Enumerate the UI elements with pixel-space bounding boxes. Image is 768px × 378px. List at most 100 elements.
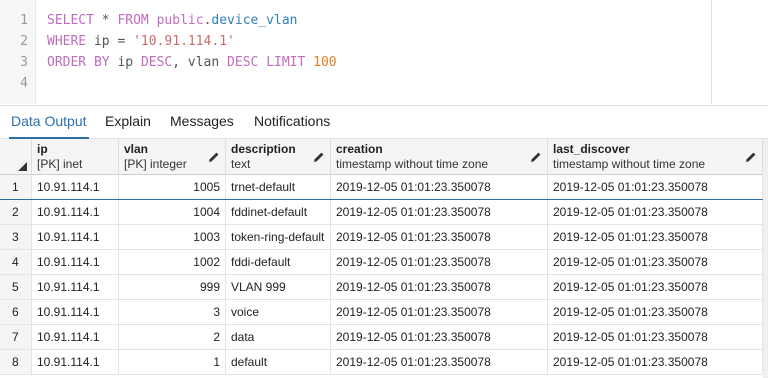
cell-vlan[interactable]: 1003 bbox=[119, 225, 226, 249]
cell-last-discover[interactable]: 2019-12-05 01:01:23.350078 bbox=[548, 300, 763, 324]
column-header-vlan[interactable]: vlan [PK] integer bbox=[119, 139, 226, 175]
cell-last-discover[interactable]: 2019-12-05 01:01:23.350078 bbox=[548, 350, 763, 374]
row-number[interactable]: 3 bbox=[0, 225, 32, 249]
pencil-icon[interactable] bbox=[530, 151, 542, 163]
cell-description[interactable]: default bbox=[226, 350, 331, 374]
code-text: ORDER BY ip DESC, vlan DESC LIMIT 100 bbox=[47, 52, 337, 73]
row-number[interactable]: 1 bbox=[0, 175, 32, 199]
cell-creation[interactable]: 2019-12-05 01:01:23.350078 bbox=[331, 275, 548, 299]
editor-line[interactable]: 3 ORDER BY ip DESC, vlan DESC LIMIT 100 bbox=[0, 52, 711, 73]
pencil-icon[interactable] bbox=[208, 151, 220, 163]
column-header-last-discover[interactable]: last_discover timestamp without time zon… bbox=[548, 139, 763, 175]
table-row[interactable]: 4 10.91.114.1 1002 fddi-default 2019-12-05 0… bbox=[0, 250, 768, 275]
cell-vlan[interactable]: 999 bbox=[119, 275, 226, 299]
code-token: 100 bbox=[313, 55, 337, 70]
row-number[interactable]: 8 bbox=[0, 350, 32, 374]
tab-notifications[interactable]: Notifications bbox=[248, 106, 336, 138]
editor-line[interactable]: 4 bbox=[0, 73, 711, 94]
line-number: 2 bbox=[20, 34, 28, 49]
column-header-creation[interactable]: creation timestamp without time zone bbox=[331, 139, 548, 175]
code-token: DESC bbox=[227, 55, 259, 70]
tab-data-output[interactable]: Data Output bbox=[5, 106, 93, 139]
cell-vlan[interactable]: 2 bbox=[119, 325, 226, 349]
code-token: public bbox=[156, 13, 204, 28]
cell-ip[interactable]: 10.91.114.1 bbox=[32, 200, 119, 224]
code-token: SELECT bbox=[47, 13, 94, 28]
pencil-icon[interactable] bbox=[745, 151, 757, 163]
select-all-corner[interactable] bbox=[0, 139, 32, 175]
pencil-icon[interactable] bbox=[313, 151, 325, 163]
code-text: WHERE ip = '10.91.114.1' bbox=[47, 31, 235, 52]
cell-description[interactable]: voice bbox=[226, 300, 331, 324]
cell-description[interactable]: trnet-default bbox=[226, 175, 331, 199]
column-header-ip[interactable]: ip [PK] inet bbox=[32, 139, 119, 175]
table-row[interactable]: 2 10.91.114.1 1004 fddinet-default 2019-12-0… bbox=[0, 200, 768, 225]
cell-description[interactable]: fddinet-default bbox=[226, 200, 331, 224]
cell-creation[interactable]: 2019-12-05 01:01:23.350078 bbox=[331, 300, 548, 324]
editor-line[interactable]: 1 SELECT * FROM public.device_vlan bbox=[0, 10, 711, 31]
code-token: '10.91.114.1' bbox=[133, 34, 235, 49]
code-token: device_vlan bbox=[211, 13, 298, 28]
row-number[interactable]: 7 bbox=[0, 325, 32, 349]
table-row[interactable]: 3 10.91.114.1 1003 token-ring-default 2019-1… bbox=[0, 225, 768, 250]
cell-ip[interactable]: 10.91.114.1 bbox=[32, 275, 119, 299]
column-type: timestamp without time zone bbox=[553, 157, 706, 171]
cell-vlan[interactable]: 1002 bbox=[119, 250, 226, 274]
editor-line[interactable]: 2 WHERE ip = '10.91.114.1' bbox=[0, 31, 711, 52]
cell-vlan[interactable]: 1 bbox=[119, 350, 226, 374]
line-number: 4 bbox=[20, 76, 28, 91]
column-name: vlan bbox=[124, 142, 149, 156]
cell-last-discover[interactable]: 2019-12-05 01:01:23.350078 bbox=[548, 200, 763, 224]
cell-creation[interactable]: 2019-12-05 01:01:23.350078 bbox=[331, 200, 548, 224]
cell-ip[interactable]: 10.91.114.1 bbox=[32, 325, 119, 349]
table-row[interactable]: 7 10.91.114.1 2 data 2019-12-05 01:01:23.350… bbox=[0, 325, 768, 350]
column-type: timestamp without time zone bbox=[336, 157, 489, 171]
cell-last-discover[interactable]: 2019-12-05 01:01:23.350078 bbox=[548, 325, 763, 349]
cell-description[interactable]: fddi-default bbox=[226, 250, 331, 274]
cell-last-discover[interactable]: 2019-12-05 01:01:23.350078 bbox=[548, 175, 763, 199]
cell-creation[interactable]: 2019-12-05 01:01:23.350078 bbox=[331, 250, 548, 274]
cell-creation[interactable]: 2019-12-05 01:01:23.350078 bbox=[331, 225, 548, 249]
tab-messages[interactable]: Messages bbox=[164, 106, 240, 138]
cell-ip[interactable]: 10.91.114.1 bbox=[32, 300, 119, 324]
cell-creation[interactable]: 2019-12-05 01:01:23.350078 bbox=[331, 175, 548, 199]
cell-creation[interactable]: 2019-12-05 01:01:23.350078 bbox=[331, 325, 548, 349]
vertical-scrollbar[interactable] bbox=[763, 139, 768, 378]
code-token: FROM bbox=[117, 13, 149, 28]
cell-ip[interactable]: 10.91.114.1 bbox=[32, 225, 119, 249]
code-token: LIMIT bbox=[266, 55, 306, 70]
code-token: * bbox=[93, 13, 118, 28]
cell-last-discover[interactable]: 2019-12-05 01:01:23.350078 bbox=[548, 225, 763, 249]
table-row[interactable]: 6 10.91.114.1 3 voice 2019-12-05 01:01:23.35… bbox=[0, 300, 768, 325]
row-number[interactable]: 5 bbox=[0, 275, 32, 299]
code-token: ip bbox=[109, 55, 141, 70]
tab-explain[interactable]: Explain bbox=[99, 106, 157, 138]
cell-description[interactable]: VLAN 999 bbox=[226, 275, 331, 299]
column-header-description[interactable]: description text bbox=[226, 139, 331, 175]
cell-description[interactable]: token-ring-default bbox=[226, 225, 331, 249]
cell-vlan[interactable]: 1004 bbox=[119, 200, 226, 224]
code-token: WHERE bbox=[47, 34, 87, 49]
code-text: SELECT * FROM public.device_vlan bbox=[47, 10, 297, 31]
line-number: 1 bbox=[20, 13, 28, 28]
cell-ip[interactable]: 10.91.114.1 bbox=[32, 250, 119, 274]
cell-last-discover[interactable]: 2019-12-05 01:01:23.350078 bbox=[548, 275, 763, 299]
cell-last-discover[interactable]: 2019-12-05 01:01:23.350078 bbox=[548, 250, 763, 274]
row-number[interactable]: 4 bbox=[0, 250, 32, 274]
code-token: ip = bbox=[86, 34, 134, 49]
table-row[interactable]: 5 10.91.114.1 999 VLAN 999 2019-12-05 01:01:… bbox=[0, 275, 768, 300]
table-row[interactable]: 8 10.91.114.1 1 default 2019-12-05 01:01:23.… bbox=[0, 350, 768, 375]
cell-ip[interactable]: 10.91.114.1 bbox=[32, 350, 119, 374]
table-row[interactable]: 1 10.91.114.1 1005 trnet-default 2019-12-05 … bbox=[0, 175, 768, 200]
cell-vlan[interactable]: 3 bbox=[119, 300, 226, 324]
row-number[interactable]: 6 bbox=[0, 300, 32, 324]
sql-editor[interactable]: 1 SELECT * FROM public.device_vlan 2 WHERE … bbox=[0, 0, 768, 104]
cell-description[interactable]: data bbox=[226, 325, 331, 349]
cell-ip[interactable]: 10.91.114.1 bbox=[32, 175, 119, 199]
cell-vlan[interactable]: 1005 bbox=[119, 175, 226, 199]
row-number[interactable]: 2 bbox=[0, 200, 32, 224]
column-type: [PK] integer bbox=[124, 157, 187, 171]
cell-creation[interactable]: 2019-12-05 01:01:23.350078 bbox=[331, 350, 548, 374]
